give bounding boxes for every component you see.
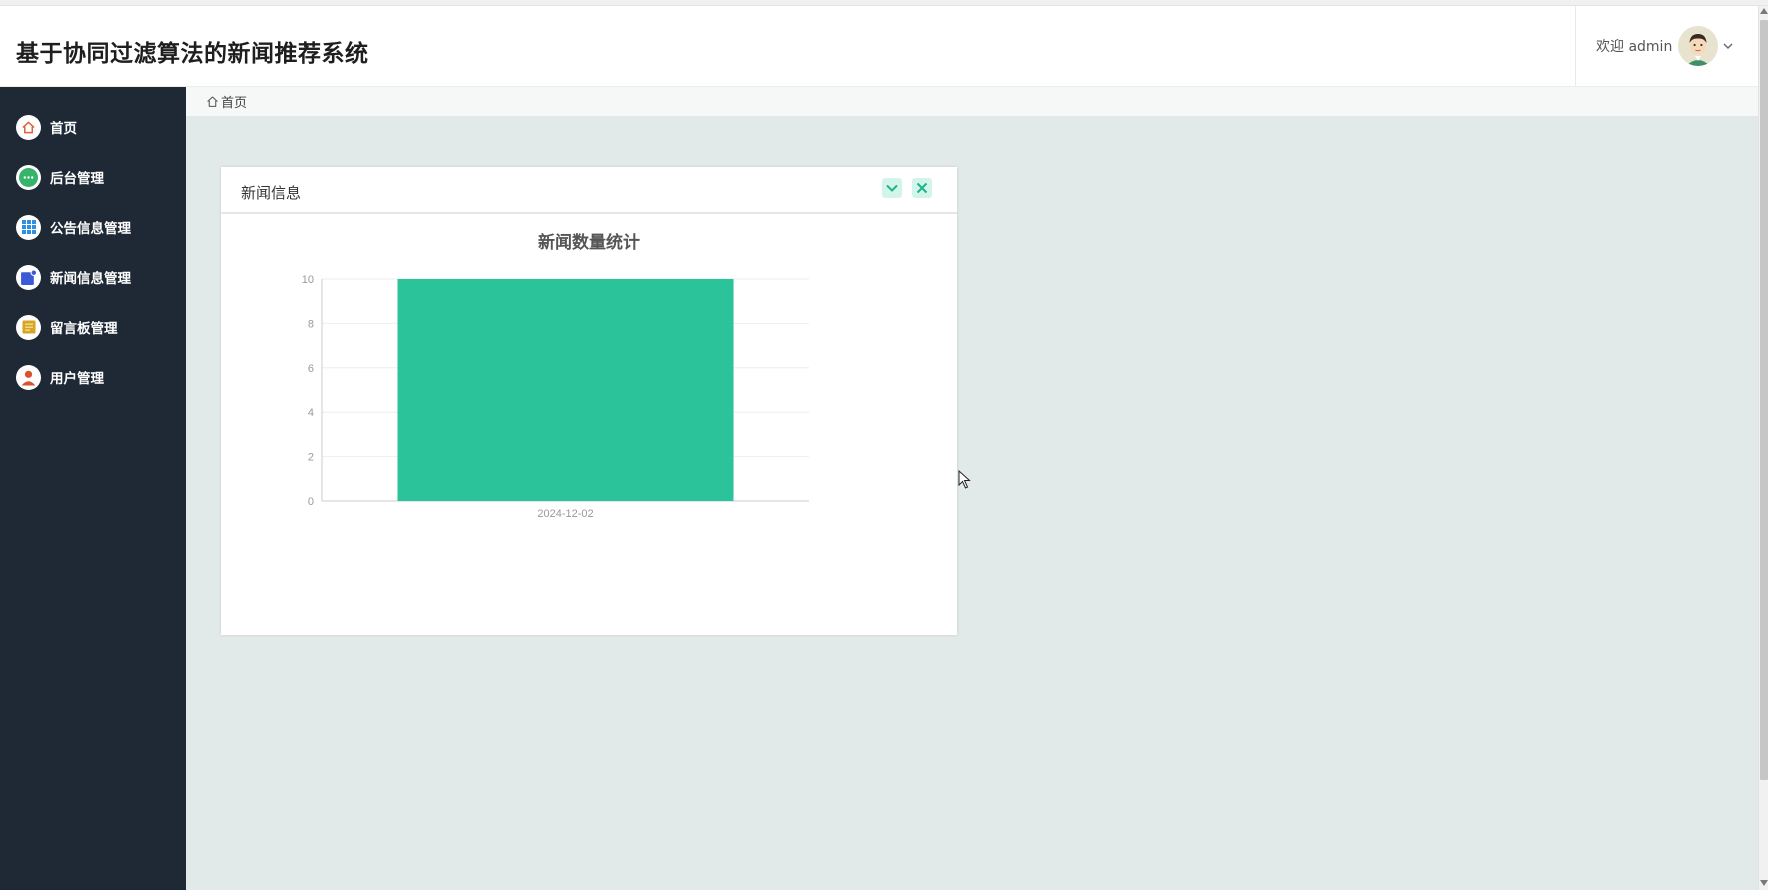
- close-icon: [916, 182, 928, 194]
- panel-header: 新闻信息: [221, 167, 957, 214]
- y-tick-label: 8: [308, 318, 314, 330]
- chart-container: 新闻数量统计 0 2 4 6 8 10 2024-12-02: [221, 216, 957, 635]
- news-info-panel: 新闻信息 新闻数量统计 0 2 4 6 8 10 2024-12-02: [221, 167, 957, 635]
- scroll-down-arrow-icon[interactable]: [1760, 880, 1768, 886]
- header: 基于协同过滤算法的新闻推荐系统 欢迎 admin: [0, 6, 1758, 87]
- y-tick-label: 2: [308, 452, 314, 464]
- mouse-pointer-icon: [958, 470, 971, 489]
- note-icon: [16, 314, 41, 340]
- y-tick-label: 0: [308, 496, 314, 508]
- chat-bubble-icon: [16, 164, 41, 190]
- app-root: 基于协同过滤算法的新闻推荐系统 欢迎 admin 首页 后台管理 公告信息管理 …: [0, 0, 1768, 890]
- chevron-down-icon: [886, 184, 898, 192]
- sidebar-item-label: 留言板管理: [50, 321, 118, 337]
- breadcrumb-home[interactable]: 首页: [206, 92, 247, 111]
- grid-icon: [16, 214, 41, 240]
- sidebar-item-label: 新闻信息管理: [50, 271, 131, 287]
- sidebar-item-label: 后台管理: [50, 171, 104, 187]
- panel-collapse-button[interactable]: [882, 178, 902, 198]
- x-tick-label: 2024-12-02: [537, 508, 593, 520]
- main-content: 首页 新闻信息 新闻数量统计 0 2 4 6 8 10 2024-12-02: [186, 87, 1758, 890]
- sidebar-item-announcements[interactable]: 公告信息管理: [0, 205, 186, 249]
- y-tick-label: 10: [302, 274, 314, 286]
- app-title: 基于协同过滤算法的新闻推荐系统: [16, 41, 369, 67]
- sidebar-item-message-board[interactable]: 留言板管理: [0, 305, 186, 349]
- home-icon: [16, 114, 41, 140]
- scroll-up-arrow-icon[interactable]: [1760, 8, 1768, 14]
- sidebar-item-home[interactable]: 首页: [0, 105, 186, 149]
- news-icon: [16, 264, 41, 290]
- home-outline-icon: [207, 96, 218, 107]
- welcome-text: 欢迎 admin: [1596, 39, 1673, 55]
- user-menu[interactable]: 欢迎 admin: [1596, 26, 1734, 66]
- sidebar-item-backend[interactable]: 后台管理: [0, 155, 186, 199]
- y-tick-label: 6: [308, 363, 314, 375]
- sidebar-item-users[interactable]: 用户管理: [0, 355, 186, 399]
- header-divider: [1575, 6, 1576, 87]
- panel-title: 新闻信息: [241, 184, 302, 202]
- vertical-scrollbar[interactable]: [1758, 6, 1768, 890]
- user-icon: [16, 364, 41, 390]
- sidebar-item-label: 用户管理: [50, 371, 104, 387]
- chevron-down-icon[interactable]: [1722, 40, 1734, 52]
- y-tick-label: 4: [308, 407, 314, 419]
- sidebar-item-label: 公告信息管理: [50, 221, 131, 237]
- scrollbar-thumb[interactable]: [1760, 20, 1768, 780]
- avatar-face-icon: [1678, 26, 1719, 66]
- bar-chart: 0 2 4 6 8 10 2024-12-02: [302, 274, 809, 520]
- breadcrumb: 首页: [186, 87, 1758, 117]
- breadcrumb-home-label: 首页: [221, 96, 248, 111]
- panel-close-button[interactable]: [912, 178, 932, 198]
- avatar[interactable]: [1678, 26, 1719, 66]
- bar: [397, 279, 734, 501]
- sidebar-item-news[interactable]: 新闻信息管理: [0, 255, 186, 299]
- sidebar: 首页 后台管理 公告信息管理 新闻信息管理 留言板管理 用户管理: [0, 87, 186, 890]
- sidebar-item-label: 首页: [50, 121, 77, 137]
